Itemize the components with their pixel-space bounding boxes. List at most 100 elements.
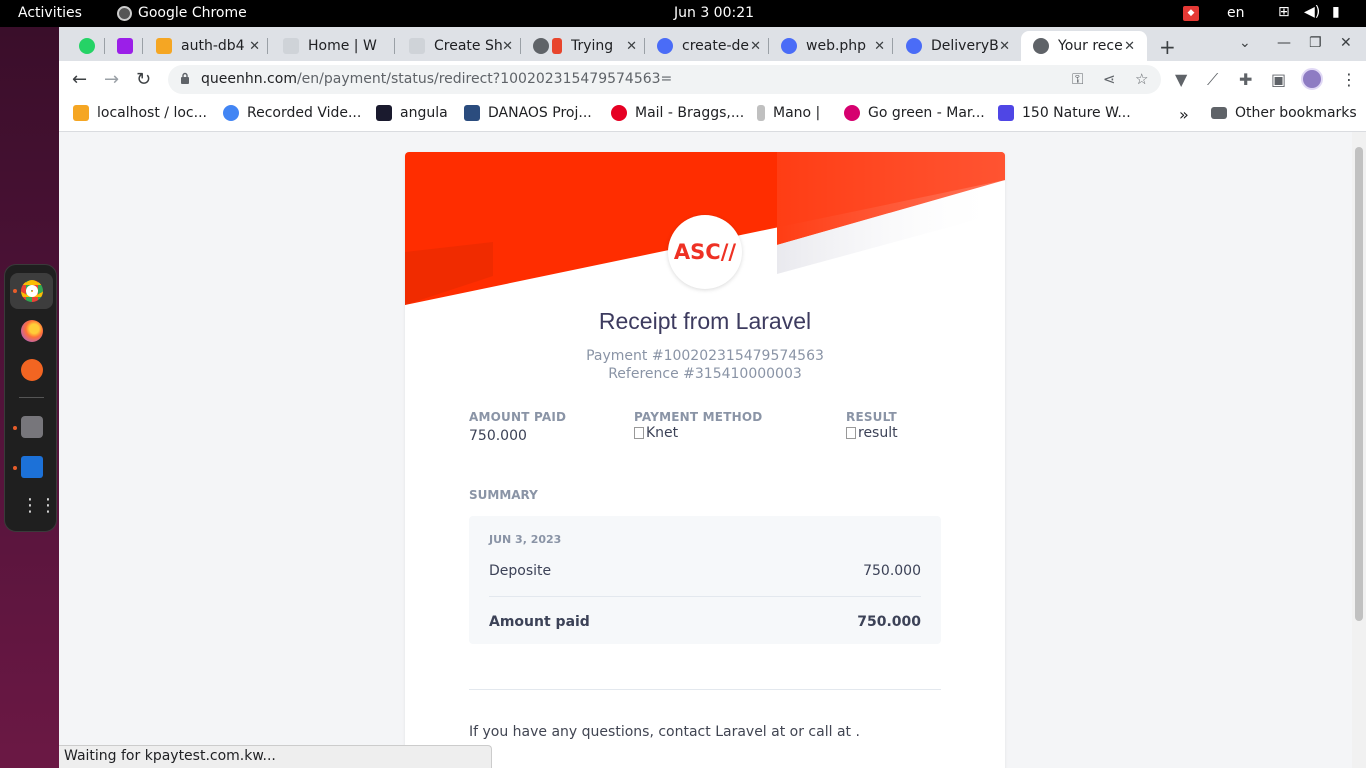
other-bookmarks[interactable]: Other bookmarks xyxy=(1211,105,1357,121)
files-icon[interactable] xyxy=(21,416,43,438)
running-indicator xyxy=(13,289,17,293)
payment-method-section: PAYMENT METHOD Knet xyxy=(634,410,762,441)
tab-pinned-2[interactable] xyxy=(117,31,143,61)
firefox-icon[interactable] xyxy=(21,320,43,342)
amount-paid-section: AMOUNT PAID 750.000 xyxy=(469,410,566,444)
company-logo: ASC// xyxy=(668,215,742,289)
close-tab-icon[interactable]: ✕ xyxy=(502,39,513,54)
close-tab-icon[interactable]: ✕ xyxy=(874,39,885,54)
payment-number: Payment #100202315479574563 xyxy=(586,348,824,364)
new-tab-button[interactable]: + xyxy=(1159,35,1176,59)
anydesk-icon[interactable]: ◆ xyxy=(1183,6,1199,21)
tab-search-chevron-icon[interactable]: ⌄ xyxy=(1239,35,1251,51)
site-icon xyxy=(844,105,860,121)
bookmark-danaos[interactable]: DANAOS Proj... xyxy=(464,105,592,121)
extension-vpn-icon[interactable]: ▼ xyxy=(1175,70,1187,89)
close-tab-icon[interactable]: ✕ xyxy=(249,39,260,54)
maximize-button[interactable]: ❐ xyxy=(1309,35,1322,51)
close-tab-icon[interactable]: ✕ xyxy=(626,39,637,54)
forward-button[interactable]: → xyxy=(104,69,119,90)
tab-your-receipt[interactable]: Your rece ✕ xyxy=(1021,31,1147,61)
result-label: RESULT xyxy=(846,410,897,424)
total-row: Amount paid 750.000 xyxy=(489,614,921,630)
network-icon[interactable]: ⊞ xyxy=(1278,4,1290,20)
bookmark-localhost[interactable]: localhost / loc... xyxy=(73,105,207,121)
site-icon xyxy=(376,105,392,121)
tab-whatsapp[interactable] xyxy=(79,31,105,61)
close-window-button[interactable]: ✕ xyxy=(1340,35,1352,51)
dock: ⋮⋮⋮ xyxy=(4,264,75,532)
show-apps-icon[interactable]: ⋮⋮⋮ xyxy=(21,495,75,517)
page-scrollbar[interactable] xyxy=(1352,132,1366,768)
extension-icon[interactable]: ⟋ xyxy=(1207,70,1218,90)
language-indicator[interactable]: en xyxy=(1227,5,1245,21)
summary-divider xyxy=(489,596,921,597)
activities-button[interactable]: Activities xyxy=(18,5,82,21)
bookmark-mano[interactable]: Mano | xyxy=(757,105,820,121)
tab-delivery[interactable]: DeliveryB ✕ xyxy=(906,31,1010,61)
bookmark-mail-braggs[interactable]: Mail - Braggs,... xyxy=(611,105,744,121)
volume-icon[interactable]: ◀) xyxy=(1304,4,1320,20)
amount-paid-label: AMOUNT PAID xyxy=(469,410,567,424)
close-tab-icon[interactable]: ✕ xyxy=(750,39,761,54)
tab-create-de[interactable]: create-de ✕ xyxy=(657,31,769,61)
chrome-icon[interactable] xyxy=(21,280,43,302)
profile-avatar[interactable] xyxy=(1301,68,1323,90)
payment-method-label: PAYMENT METHOD xyxy=(634,410,763,424)
tab-trying[interactable]: Trying ✕ xyxy=(533,31,645,61)
tab-home[interactable]: Home | W xyxy=(283,31,395,61)
bookmark-star-icon[interactable]: ☆ xyxy=(1135,70,1148,88)
line-item-label: Deposite xyxy=(489,563,552,579)
site-icon xyxy=(657,38,673,54)
amount-paid-value: 750.000 xyxy=(469,428,527,444)
bookmark-go-green[interactable]: Go green - Mar... xyxy=(844,105,985,121)
phpmyadmin-icon xyxy=(156,38,172,54)
bookmark-angula[interactable]: angula xyxy=(376,105,448,121)
bookmarks-overflow-icon[interactable]: » xyxy=(1179,105,1189,124)
lock-icon xyxy=(181,72,189,84)
close-tab-icon[interactable]: ✕ xyxy=(999,39,1010,54)
pinterest-icon xyxy=(611,105,627,121)
text-editor-icon[interactable] xyxy=(21,456,43,478)
total-value: 750.000 xyxy=(857,614,921,630)
bookmark-recorded-video[interactable]: Recorded Vide... xyxy=(223,105,361,121)
globe-icon xyxy=(1033,38,1049,54)
result-section: RESULT result xyxy=(846,410,898,441)
clock[interactable]: Jun 3 00:21 xyxy=(674,5,754,21)
tab-web-php[interactable]: web.php ✕ xyxy=(781,31,893,61)
reload-button[interactable]: ↻ xyxy=(136,69,151,90)
site-icon xyxy=(781,38,797,54)
back-button[interactable]: ← xyxy=(72,69,87,90)
globe-icon xyxy=(533,38,549,54)
receipt-card: ASC// Receipt from Laravel Payment #1002… xyxy=(405,152,1005,768)
close-tab-icon[interactable]: ✕ xyxy=(1124,39,1135,54)
site-icon xyxy=(998,105,1014,121)
bookmark-150-nature[interactable]: 150 Nature W... xyxy=(998,105,1131,121)
key-icon[interactable]: ⚿ xyxy=(1072,70,1083,88)
chrome-menu-icon[interactable]: ⋮ xyxy=(1341,70,1357,89)
line-item-row: Deposite 750.000 xyxy=(489,563,921,579)
running-indicator xyxy=(13,466,17,470)
tab-create-sh[interactable]: Create Sh ✕ xyxy=(409,31,521,61)
postman-icon[interactable] xyxy=(21,359,43,381)
phpmyadmin-icon xyxy=(73,105,89,121)
rocket-icon xyxy=(552,38,562,54)
battery-icon[interactable]: ▮ xyxy=(1332,4,1340,20)
status-bubble: Waiting for kpaytest.com.kw... xyxy=(59,745,492,768)
minimize-button[interactable]: — xyxy=(1277,35,1291,51)
browser-toolbar: ← → ↻ queenhn.com/en/payment/status/redi… xyxy=(59,61,1366,99)
tab-auth-db[interactable]: auth-db4 ✕ xyxy=(156,31,268,61)
share-icon[interactable]: ⋖ xyxy=(1103,70,1116,88)
url-text: queenhn.com/en/payment/status/redirect?1… xyxy=(201,71,673,87)
app-name: Google Chrome xyxy=(138,5,247,21)
h-logo-icon xyxy=(117,38,133,54)
folder-icon xyxy=(1211,107,1227,119)
scrollbar-thumb[interactable] xyxy=(1355,147,1363,621)
summary-label: SUMMARY xyxy=(469,488,538,502)
site-icon xyxy=(906,38,922,54)
app-menu[interactable]: Google Chrome xyxy=(117,5,247,21)
extensions-puzzle-icon[interactable]: ✚ xyxy=(1239,70,1252,89)
side-panel-icon[interactable]: ▣ xyxy=(1271,70,1286,89)
summary-date: JUN 3, 2023 xyxy=(489,533,562,546)
address-bar[interactable]: queenhn.com/en/payment/status/redirect?1… xyxy=(168,65,1161,94)
